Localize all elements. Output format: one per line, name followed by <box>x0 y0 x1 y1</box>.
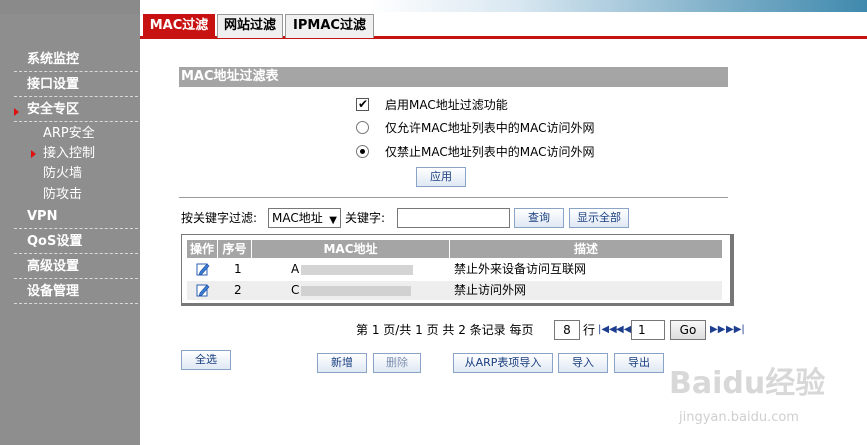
tab-mac-filter[interactable]: MAC过滤 <box>143 14 215 38</box>
sidebar-item-system-monitor[interactable]: 系统监控 <box>14 50 138 72</box>
sidebar-item-label: 设备管理 <box>27 284 80 299</box>
go-button[interactable]: Go <box>670 320 706 340</box>
allow-list-radio[interactable] <box>356 121 369 134</box>
table-row: 2 C 禁止访问外网 <box>187 281 722 300</box>
first-page-icon[interactable]: |◀◀ <box>598 325 617 335</box>
chevron-down-icon: ▼ <box>329 215 337 226</box>
sidebar-item-label: 安全专区 <box>27 102 80 117</box>
sidebar-item-vpn[interactable]: VPN <box>14 207 138 229</box>
filter-field-value: MAC地址 <box>272 211 323 225</box>
sidebar-item-label: 高级设置 <box>27 259 80 274</box>
pager-summary: 第 1 页/共 1 页 共 2 条记录 每页 <box>356 323 534 337</box>
col-header-index: 序号 <box>218 240 252 258</box>
redacted-mac <box>301 265 413 275</box>
row-desc: 禁止外来设备访问互联网 <box>454 262 587 276</box>
export-button[interactable]: 导出 <box>614 353 664 373</box>
show-all-button[interactable]: 显示全部 <box>569 208 629 228</box>
baidu-watermark: Baidu经验 jingyan.baidu.com <box>669 368 859 438</box>
enable-filter-checkbox[interactable] <box>356 96 369 112</box>
watermark-sub: jingyan.baidu.com <box>679 410 799 425</box>
import-arp-button[interactable]: 从ARP表项导入 <box>453 353 553 373</box>
row-mac: C <box>291 283 300 297</box>
sidebar-item-label: 接口设置 <box>27 77 80 92</box>
sidebar-subitem-arp[interactable]: ARP安全 <box>43 125 95 143</box>
banner-stripe <box>370 0 867 12</box>
edit-icon[interactable] <box>196 283 210 297</box>
sidebar-item-label: 系统监控 <box>27 52 80 67</box>
per-page-input[interactable]: 8 <box>554 320 580 340</box>
section-title: MAC地址过滤表 <box>179 67 728 87</box>
enable-filter-label: 启用MAC地址过滤功能 <box>385 98 508 112</box>
add-button[interactable]: 新增 <box>317 353 367 373</box>
row-unit-label: 行 <box>583 323 596 337</box>
sidebar-item-interface[interactable]: 接口设置 <box>14 75 138 97</box>
col-header-mac: MAC地址 <box>252 240 450 258</box>
sidebar-subitem-access-control[interactable]: 接入控制 <box>43 145 95 163</box>
sidebar-subitem-firewall[interactable]: 防火墙 <box>43 165 82 183</box>
row-index: 2 <box>234 283 242 297</box>
table-row: 1 A 禁止外来设备访问互联网 <box>187 260 722 279</box>
tab-ipmac-filter[interactable]: IPMAC过滤 <box>285 14 374 38</box>
sidebar-item-label: VPN <box>27 209 58 224</box>
import-button[interactable]: 导入 <box>558 353 608 373</box>
sidebar-subitem-anti-attack[interactable]: 防攻击 <box>43 186 82 204</box>
redacted-mac <box>301 286 411 296</box>
apply-button[interactable]: 应用 <box>416 167 466 187</box>
mac-table: 操作 序号 MAC地址 描述 1 A 禁止外来设备访问互联网 2 C 禁止访问外… <box>181 234 734 306</box>
top-banner <box>0 0 867 14</box>
col-header-desc: 描述 <box>450 240 722 258</box>
last-page-icon[interactable]: ▶▶| <box>726 325 745 335</box>
sidebar-item-security[interactable]: 安全专区 <box>14 100 138 122</box>
edit-icon[interactable] <box>196 262 210 276</box>
sidebar-item-device-mgmt[interactable]: 设备管理 <box>14 282 138 304</box>
row-mac: A <box>291 262 300 276</box>
allow-list-label: 仅允许MAC地址列表中的MAC访问外网 <box>385 121 595 135</box>
select-all-button[interactable]: 全选 <box>181 350 231 370</box>
prev-page-icon[interactable]: ◀◀ <box>616 325 631 335</box>
watermark-main: Baidu经验 <box>669 366 826 401</box>
keyword-label: 关键字: <box>345 211 386 225</box>
divider <box>179 197 728 198</box>
arrow-right-icon <box>31 150 36 158</box>
sidebar: 系统监控 接口设置 安全专区 ARP安全 接入控制 防火墙 防攻击 VPN Qo… <box>0 14 140 445</box>
sidebar-item-label: QoS设置 <box>27 234 83 249</box>
col-header-operation: 操作 <box>187 240 218 258</box>
query-button[interactable]: 查询 <box>514 208 564 228</box>
sidebar-item-advanced[interactable]: 高级设置 <box>14 257 138 279</box>
tab-bar: MAC过滤 网站过滤 IPMAC过滤 <box>140 14 867 39</box>
deny-list-radio[interactable] <box>356 145 369 158</box>
page-input[interactable]: 1 <box>631 320 665 340</box>
filter-by-label: 按关键字过滤: <box>181 211 258 225</box>
filter-field-select[interactable]: MAC地址 ▼ <box>268 208 341 228</box>
row-index: 1 <box>234 262 242 276</box>
sidebar-item-qos[interactable]: QoS设置 <box>14 232 138 254</box>
deny-list-label: 仅禁止MAC地址列表中的MAC访问外网 <box>385 145 595 159</box>
tab-website-filter[interactable]: 网站过滤 <box>217 14 283 38</box>
delete-button[interactable]: 删除 <box>373 353 421 373</box>
next-page-icon[interactable]: ▶▶ <box>710 325 725 335</box>
row-desc: 禁止访问外网 <box>454 283 527 297</box>
banner-left-block <box>0 0 140 14</box>
keyword-input[interactable] <box>397 208 510 228</box>
